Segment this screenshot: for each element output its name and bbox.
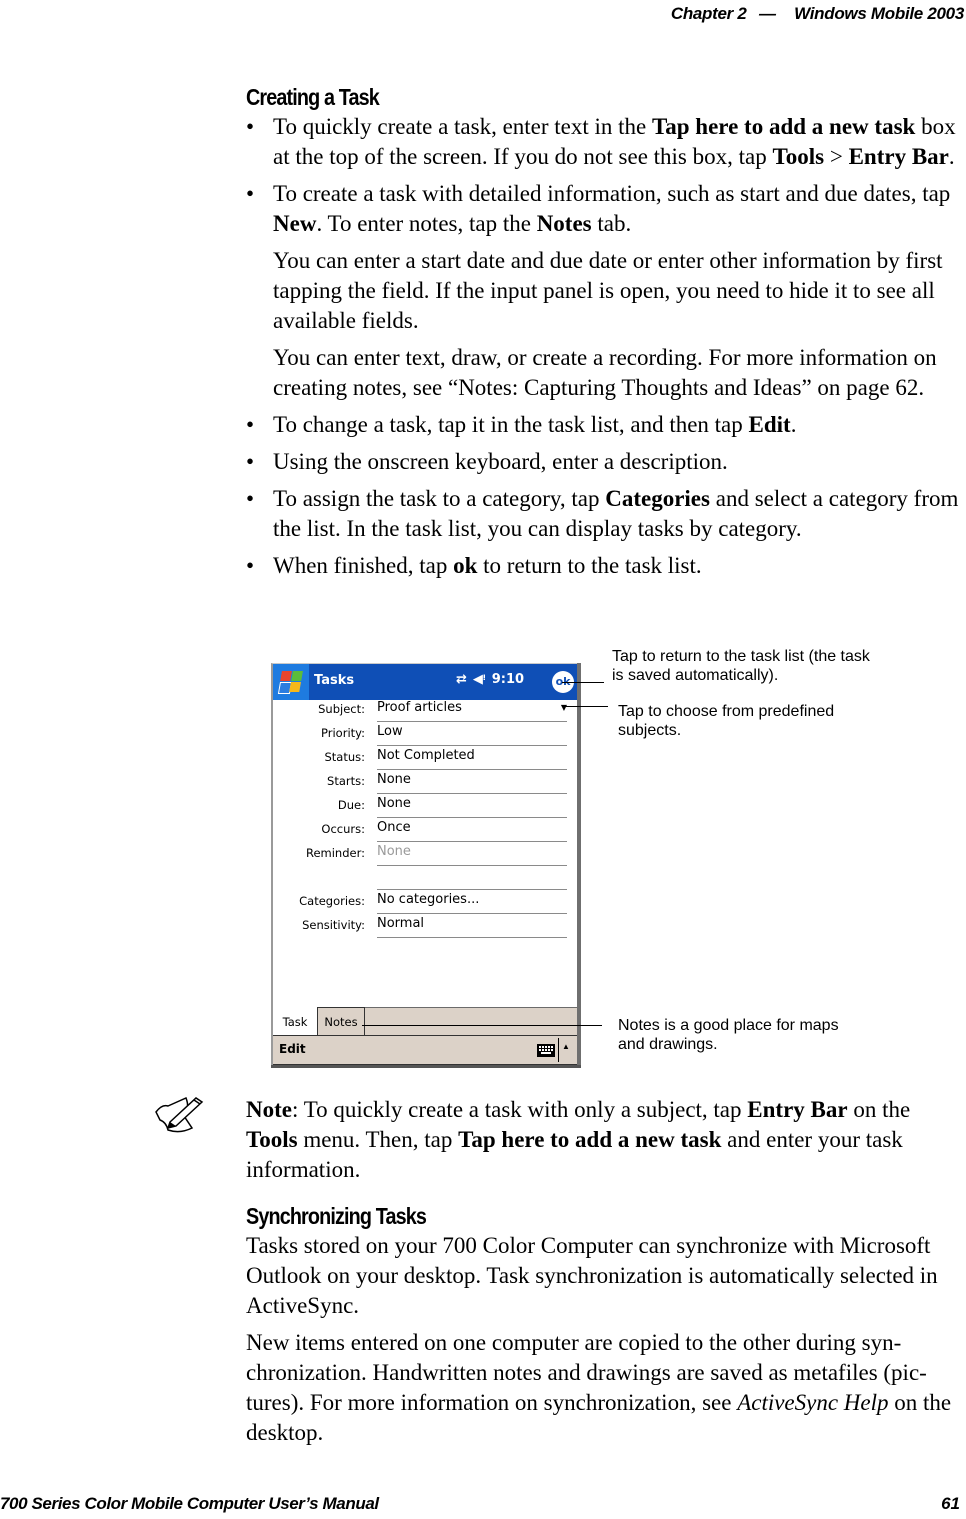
field-label: Starts: [327,774,365,788]
blank-field [377,868,567,890]
categories-input[interactable]: No categories... [377,892,567,914]
bullet-dot: • [246,412,255,437]
ui-term: Tools [246,1127,298,1152]
bullet-detailed-task: • To create a task with detailed informa… [246,181,951,236]
bullet-dot: • [246,114,255,139]
heading-creating-task: Creating a Task [246,84,380,110]
volume-icon[interactable]: ◀ᵎ [473,672,486,687]
header-separator: — [759,4,776,23]
paragraph-sync-outlook: Tasks stored on your 700 Color Computer … [246,1233,938,1318]
field-starts: Starts: None [273,770,579,794]
callout-line-subject [564,706,608,707]
sip-divider [558,1038,559,1062]
callout-ok: Tap to return to the task list (the task… [612,648,870,684]
note-label: Note [246,1097,292,1122]
screenshot-edge [577,663,581,1068]
callout-subject: Tap to choose from predefined subjects. [618,703,835,739]
bullet-change-task: • To change a task, tap it in the task l… [246,410,962,440]
status-area: ⇄ ◀ᵎ 9:10 [456,672,530,687]
creating-task-body: • To quickly create a task, enter text i… [246,112,962,581]
field-due: Due: None [273,794,579,818]
ui-term: Edit [748,412,791,437]
menu-bar: Edit ▲ [273,1035,579,1065]
field-label: Sensitivity: [302,918,365,932]
field-label: Reminder: [305,846,365,860]
bullet-dot: • [246,486,255,511]
clock[interactable]: 9:10 [492,672,524,687]
bullet-dot: • [246,553,255,578]
ui-term: Tap here to add a new task [652,114,916,139]
field-priority: Priority: Low [273,722,579,746]
paragraph-start-due: You can enter a start date and due date … [273,248,943,333]
ui-term: Tools [772,144,825,169]
ui-term: New [273,211,317,236]
sensitivity-input[interactable]: Normal [377,916,567,938]
note-pencil-icon [155,1096,204,1133]
bullet-finished: • When finished, tap ok to return to the… [246,551,962,581]
field-label: Occurs: [321,822,365,836]
ui-term: Categories [605,486,710,511]
bullet-dot: • [246,181,255,206]
bullet-category: • To assign the task to a category, tap … [246,486,959,541]
note-block: Note: To quickly create a task with only… [246,1095,962,1185]
paragraph-notes: You can enter text, draw, or create a re… [273,345,937,400]
status-input[interactable]: Not Completed [377,748,567,770]
paragraph-sync-items: New items entered on one computer are co… [246,1330,952,1445]
ui-term: Entry Bar [747,1097,848,1122]
menu-edit[interactable]: Edit [279,1042,306,1056]
ui-term: ok [453,553,478,578]
callout-line-notes [362,1025,602,1026]
starts-input[interactable]: None [377,772,567,794]
due-input[interactable]: None [377,796,567,818]
callout-line-ok [562,682,604,683]
field-sensitivity: Sensitivity: Normal [273,914,579,938]
field-subject: Subject: Proof articles ▼ [273,698,579,722]
field-label: Priority: [321,726,365,740]
field-label: Categories: [299,894,365,908]
field-label: Subject: [318,702,365,716]
field-reminder: Reminder: None [273,842,579,866]
title-bar: Tasks ⇄ ◀ᵎ 9:10 ok [273,664,579,700]
callout-notes: Notes is a good place for maps and drawi… [618,1017,839,1053]
chapter-label: Chapter 2 [670,4,747,23]
start-button[interactable] [273,664,309,700]
bullet-dot: • [246,449,255,474]
bullet-quick-create: • To quickly create a task, enter text i… [246,114,956,169]
manual-title: 700 Series Color Mobile Computer User’s … [0,1494,379,1513]
bullet-keyboard: • Using the onscreen keyboard, enter a d… [246,447,962,477]
ui-term: Notes [536,211,592,236]
sync-body: Tasks stored on your 700 Color Computer … [246,1231,962,1448]
running-header: Chapter 2 — Windows Mobile 2003 [671,4,964,24]
subject-input[interactable]: Proof articles ▼ [377,700,567,722]
reminder-input[interactable]: None [377,844,567,866]
field-blank [273,866,579,890]
app-title: Tasks [314,673,355,688]
heading-synchronizing-tasks: Synchronizing Tasks [246,1203,427,1229]
tab-task[interactable]: Task [273,1007,317,1036]
note-text: Note: To quickly create a task with only… [246,1097,911,1182]
ui-term: Entry Bar [848,144,949,169]
occurs-input[interactable]: Once [377,820,567,842]
ui-term: Tap here to add a new task [458,1127,722,1152]
tab-strip: Task Notes [273,1007,579,1036]
tab-notes[interactable]: Notes [317,1007,365,1036]
field-label: Due: [337,798,365,812]
field-categories: Categories: No categories... [273,890,579,914]
field-label: Status: [324,750,365,764]
screenshot-edge [271,1065,581,1068]
sip-up-arrow-icon[interactable]: ▲ [562,1042,570,1051]
section-title: Windows Mobile 2003 [794,4,964,23]
page-number: 61 [941,1494,960,1513]
field-status: Status: Not Completed [273,746,579,770]
priority-input[interactable]: Low [377,724,567,746]
windows-logo-icon [277,671,304,694]
reference-title: ActiveSync Help [737,1390,889,1415]
field-occurs: Occurs: Once [273,818,579,842]
dropdown-arrow-icon[interactable]: ▼ [561,703,567,712]
keyboard-icon[interactable] [537,1044,555,1057]
pda-screenshot: Tasks ⇄ ◀ᵎ 9:10 ok Subject: Proof articles… [271,663,579,1066]
sync-icon[interactable]: ⇄ [456,672,467,687]
